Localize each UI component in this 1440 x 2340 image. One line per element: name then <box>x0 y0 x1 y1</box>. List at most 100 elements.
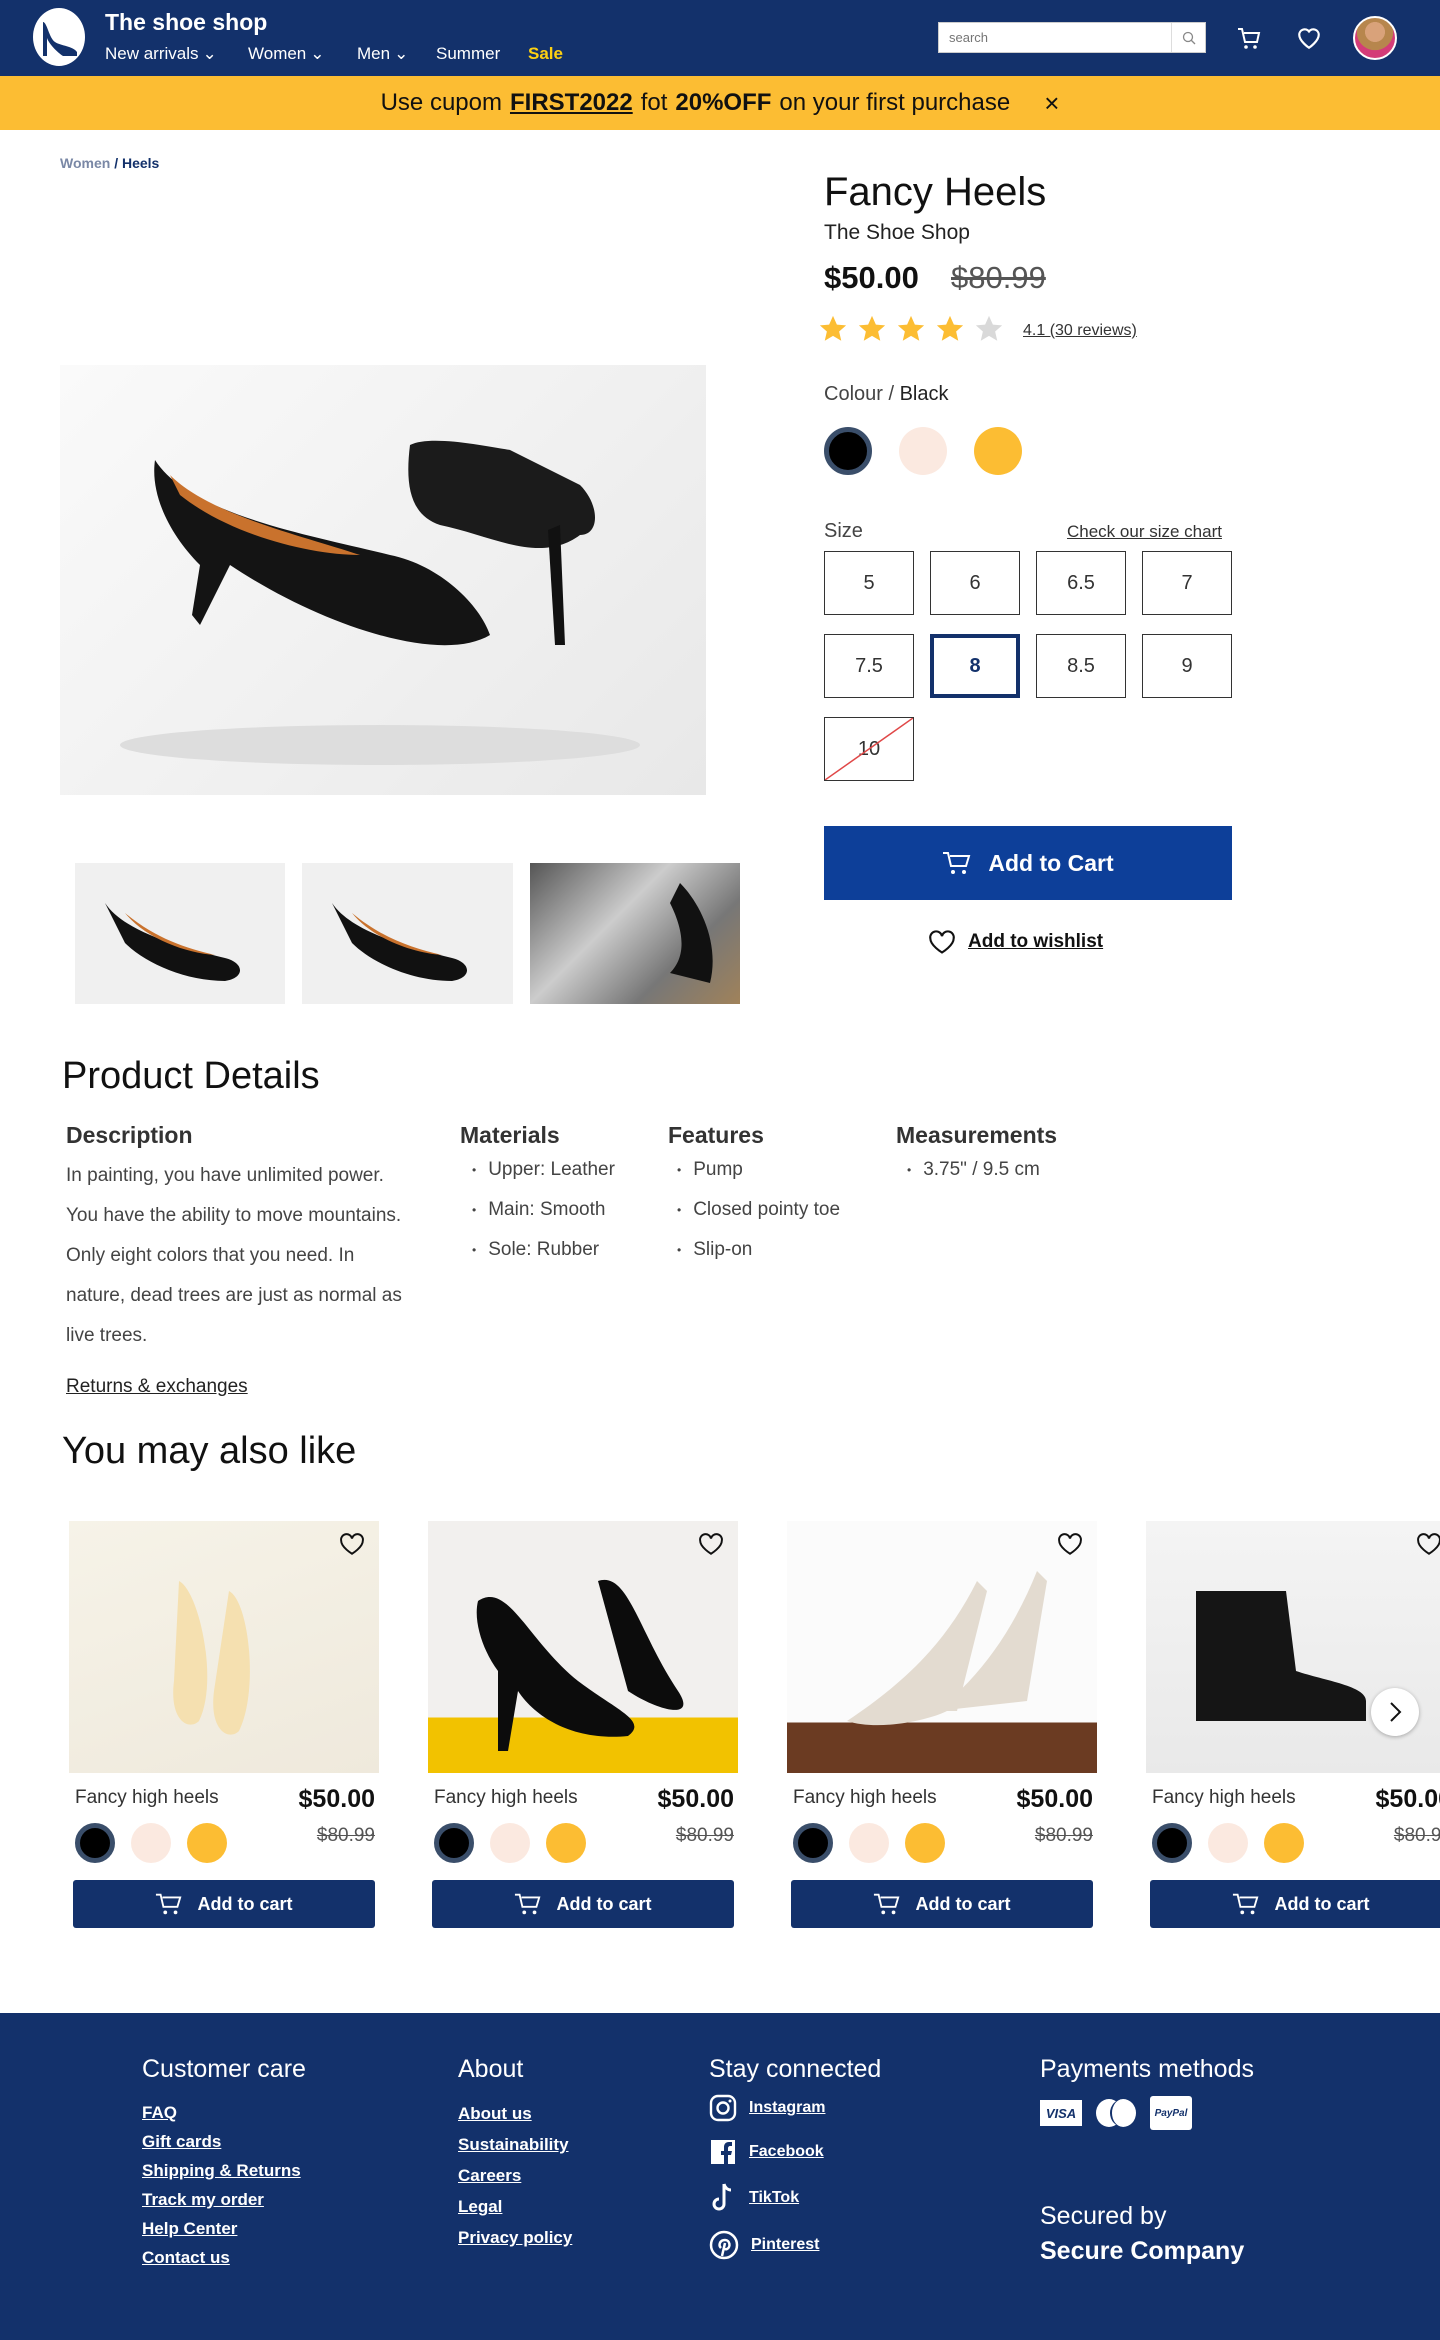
footer-link-privacy[interactable]: Privacy policy <box>458 2222 572 2253</box>
size-option-6[interactable]: 6 <box>930 551 1020 615</box>
size-label: 6.5 <box>1067 571 1095 594</box>
footer-link-careers[interactable]: Careers <box>458 2160 572 2191</box>
list-item: Slip-on <box>677 1230 840 1270</box>
size-option-8-5[interactable]: 8.5 <box>1036 634 1126 698</box>
add-to-cart-label: Add to cart <box>197 1893 293 1914</box>
footer-link-about-us[interactable]: About us <box>458 2098 572 2129</box>
size-option-7[interactable]: 7 <box>1142 551 1232 615</box>
heart-icon[interactable] <box>1296 25 1322 56</box>
size-option-9[interactable]: 9 <box>1142 634 1232 698</box>
promo-discount: 20%OFF <box>675 89 772 116</box>
footer-link-sustainability[interactable]: Sustainability <box>458 2129 572 2160</box>
footer-link-legal[interactable]: Legal <box>458 2191 572 2222</box>
colour-label: Colour / Black <box>824 383 949 405</box>
size-option-6-5[interactable]: 6.5 <box>1036 551 1126 615</box>
swatch-cream[interactable] <box>131 1823 171 1863</box>
carousel-next-button[interactable] <box>1371 1688 1419 1736</box>
thumbnail-1[interactable] <box>75 863 285 1004</box>
nav-men[interactable]: Men ⌄ <box>357 44 408 64</box>
swatch-black[interactable] <box>75 1823 115 1863</box>
reviews-link[interactable]: 4.1 (30 reviews) <box>1023 322 1137 340</box>
swatch-black[interactable] <box>793 1823 833 1863</box>
swatch-yellow[interactable] <box>1264 1823 1304 1863</box>
product-main-image[interactable] <box>60 365 706 795</box>
avatar[interactable] <box>1353 16 1397 60</box>
swatch-black[interactable] <box>824 427 872 475</box>
breadcrumb-women[interactable]: Women <box>60 155 110 171</box>
star-filled-icon <box>896 314 926 349</box>
product-card-name: Fancy high heels <box>1152 1787 1296 1808</box>
product-card[interactable]: Fancy high heels $50.00 $80.99 Add to cart <box>787 1521 1097 1941</box>
heart-icon[interactable] <box>1057 1531 1085 1559</box>
nav-women[interactable]: Women ⌄ <box>248 44 325 64</box>
thumbnail-3[interactable] <box>530 863 740 1004</box>
footer-link-gift-cards[interactable]: Gift cards <box>142 2127 306 2156</box>
add-to-wishlist-label: Add to wishlist <box>968 931 1104 952</box>
add-to-cart-button[interactable]: Add to cart <box>432 1880 734 1928</box>
thumbnail-2[interactable] <box>302 863 513 1004</box>
footer-link-facebook[interactable]: Facebook <box>709 2138 881 2166</box>
swatch-cream[interactable] <box>899 427 947 475</box>
nav-sale[interactable]: Sale <box>528 44 563 64</box>
add-to-cart-button[interactable]: Add to Cart <box>824 826 1232 900</box>
brand-name[interactable]: The shoe shop <box>105 9 267 36</box>
features-heading: Features <box>668 1122 764 1148</box>
swatch-yellow[interactable] <box>546 1823 586 1863</box>
search-button[interactable] <box>1171 23 1205 52</box>
footer-link-shipping-returns[interactable]: Shipping & Returns <box>142 2156 306 2185</box>
product-card-image[interactable] <box>69 1521 379 1773</box>
size-option-8[interactable]: 8 <box>930 634 1020 698</box>
materials-list: Upper: Leather Main: Smooth Sole: Rubber <box>472 1150 615 1270</box>
promo-text: on your first purchase <box>779 89 1011 116</box>
footer-link-help-center[interactable]: Help Center <box>142 2214 306 2243</box>
add-to-cart-button[interactable]: Add to cart <box>73 1880 375 1928</box>
heart-icon[interactable] <box>339 1531 367 1559</box>
add-to-cart-button[interactable]: Add to cart <box>1150 1880 1440 1928</box>
swatch-black[interactable] <box>434 1823 474 1863</box>
footer-link-contact-us[interactable]: Contact us <box>142 2243 306 2272</box>
product-card[interactable]: Fancy high heels $50.00 $80.99 Add to cart <box>428 1521 738 1941</box>
nav-label: Sale <box>528 44 563 63</box>
footer-link-tiktok[interactable]: TikTok <box>709 2182 881 2214</box>
colour-value: Black <box>899 383 949 405</box>
product-card-image[interactable] <box>428 1521 738 1773</box>
footer-link-pinterest[interactable]: Pinterest <box>709 2230 881 2260</box>
chevron-down-icon: ⌄ <box>202 44 217 63</box>
search-input[interactable] <box>939 23 1171 52</box>
unavailable-slash <box>825 718 913 780</box>
promo-code[interactable]: FIRST2022 <box>510 89 633 117</box>
size-chart-link[interactable]: Check our size chart <box>1067 522 1222 542</box>
description-heading: Description <box>66 1122 193 1148</box>
size-option-5[interactable]: 5 <box>824 551 914 615</box>
close-icon[interactable]: × <box>1044 88 1059 119</box>
footer-link-track-order[interactable]: Track my order <box>142 2185 306 2214</box>
swatch-yellow[interactable] <box>187 1823 227 1863</box>
swatch-cream[interactable] <box>1208 1823 1248 1863</box>
add-to-cart-button[interactable]: Add to cart <box>791 1880 1093 1928</box>
swatch-yellow[interactable] <box>974 427 1022 475</box>
paypal-icon: PayPal <box>1150 2096 1192 2130</box>
logo-heel-icon[interactable] <box>33 8 85 66</box>
heart-icon[interactable] <box>1416 1531 1440 1559</box>
nav-summer[interactable]: Summer <box>436 44 500 64</box>
nav-new-arrivals[interactable]: New arrivals ⌄ <box>105 44 217 64</box>
swatch-cream[interactable] <box>490 1823 530 1863</box>
returns-link[interactable]: Returns & exchanges <box>66 1376 248 1398</box>
footer-link-instagram[interactable]: Instagram <box>709 2094 881 2122</box>
swatch-black[interactable] <box>1152 1823 1192 1863</box>
swatch-yellow[interactable] <box>905 1823 945 1863</box>
swatch-cream[interactable] <box>849 1823 889 1863</box>
heart-icon[interactable] <box>698 1531 726 1559</box>
materials-heading: Materials <box>460 1122 560 1148</box>
pinterest-icon <box>709 2230 739 2260</box>
size-option-7-5[interactable]: 7.5 <box>824 634 914 698</box>
cart-icon[interactable] <box>1236 25 1262 56</box>
add-to-cart-label: Add to cart <box>1274 1893 1370 1914</box>
product-card[interactable]: Fancy high heels $50.00 $80.99 Add to cart <box>69 1521 379 1941</box>
size-label: 8.5 <box>1067 654 1095 677</box>
footer-customer-care: Customer care FAQ Gift cards Shipping & … <box>142 2055 306 2272</box>
product-card-image[interactable] <box>787 1521 1097 1773</box>
footer-link-faq[interactable]: FAQ <box>142 2098 306 2127</box>
add-to-wishlist-button[interactable]: Add to wishlist <box>928 929 1103 955</box>
description-text: In painting, you have unlimited power. Y… <box>66 1165 402 1346</box>
